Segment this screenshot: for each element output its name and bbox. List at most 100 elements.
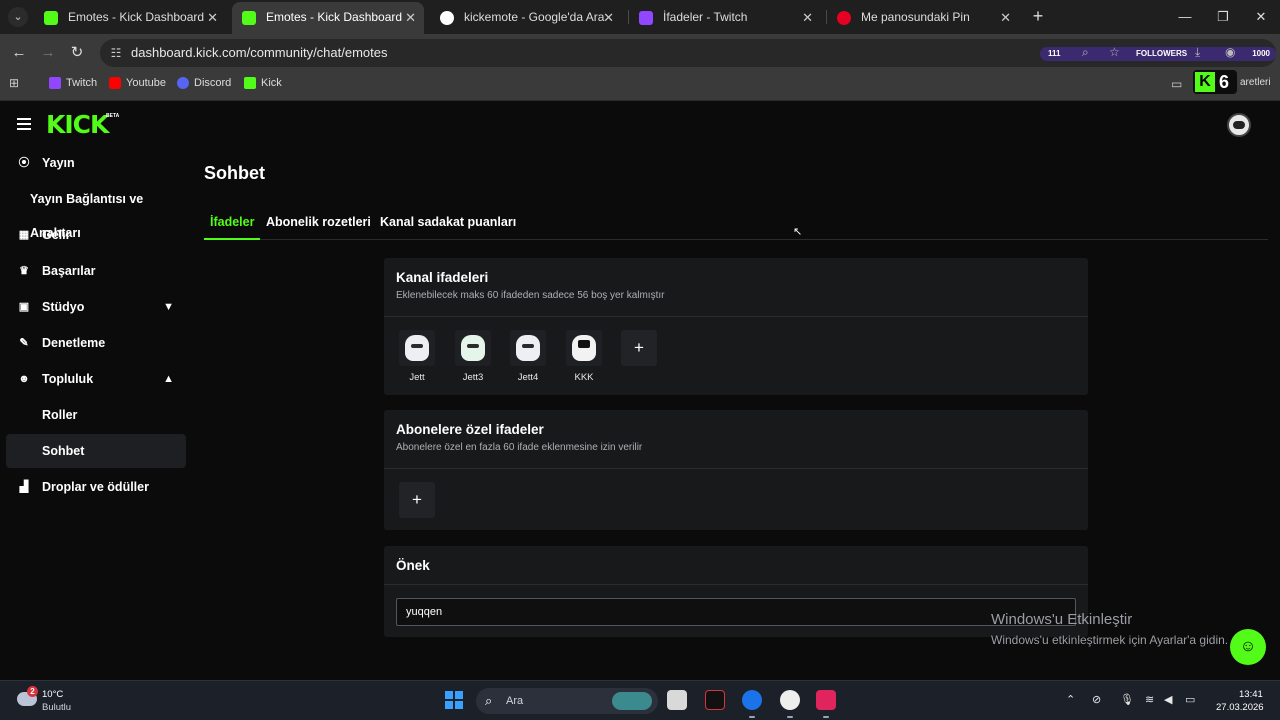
prefix-card: Önek xyxy=(384,546,1088,637)
back-button[interactable]: ← xyxy=(9,43,29,63)
emote-item[interactable]: Jett4 xyxy=(510,330,546,383)
tab-title: Emotes - Kick Dashboard xyxy=(68,10,205,24)
profile-icon[interactable]: ◉ xyxy=(1225,45,1235,59)
chevron-down-icon: ▼ xyxy=(163,301,174,313)
emote-name: Jett xyxy=(409,372,425,383)
bookmark-discord[interactable]: Discord xyxy=(177,72,231,94)
close-icon[interactable]: ✕ xyxy=(603,2,614,33)
sidebar-item-denetleme[interactable]: ✎ Denetleme xyxy=(6,326,186,360)
new-tab-button[interactable]: + xyxy=(1028,6,1048,26)
restore-button[interactable]: ❐ xyxy=(1204,0,1242,34)
sidebar-item-gelir[interactable]: ▦ Gelir xyxy=(6,218,186,252)
browser-tab-5[interactable]: Me panosundaki Pin ✕ xyxy=(827,2,1019,34)
tab-title: Me panosundaki Pin xyxy=(861,10,970,24)
close-icon[interactable]: ✕ xyxy=(207,2,218,33)
user-avatar[interactable] xyxy=(1227,113,1251,137)
active-app-indicator xyxy=(749,716,755,718)
tab-abonelik-rozetleri[interactable]: Abonelik rozetleri xyxy=(266,215,371,229)
kick-icon: K xyxy=(1195,72,1215,92)
weather-temperature[interactable]: 10°C xyxy=(42,689,63,700)
sidebar-item-roller[interactable]: Roller xyxy=(6,398,186,432)
obs-icon[interactable] xyxy=(780,690,800,710)
valorant-launcher-icon[interactable] xyxy=(816,690,836,710)
divider xyxy=(384,584,1088,585)
chevron-up-icon[interactable]: ⌃ xyxy=(1066,693,1075,706)
browser-tab-2[interactable]: Emotes - Kick Dashboard ✕ xyxy=(232,2,424,34)
kick-badge-number: 6 xyxy=(1219,72,1230,92)
sidebar-item-droplar[interactable]: ▟ Droplar ve ödüller xyxy=(6,470,186,504)
bookmark-kick[interactable]: Kick xyxy=(244,72,282,94)
bookmark-star-icon[interactable]: ☆ xyxy=(1109,45,1120,59)
search-placeholder: Ara xyxy=(506,695,524,707)
card-subtitle: Abonelere özel en fazla 60 ifade eklenme… xyxy=(396,442,643,453)
clock-time[interactable]: 13:41 xyxy=(1239,689,1263,700)
volume-icon[interactable]: ◀ xyxy=(1164,693,1172,706)
apps-grid-icon[interactable]: ⊞ xyxy=(9,77,21,89)
overlay-left-count: 111 xyxy=(1048,49,1061,58)
bookmarks-bar: ⊞ Twitch Youtube Discord Kick xyxy=(0,72,1280,101)
kick-icon xyxy=(44,11,58,25)
tab-ifadeler[interactable]: İfadeler xyxy=(210,215,254,229)
bookmark-twitch[interactable]: Twitch xyxy=(49,72,97,94)
folder-icon[interactable]: ▭ xyxy=(1171,77,1182,91)
valorant-icon[interactable] xyxy=(705,690,725,710)
windows-start-button[interactable] xyxy=(445,691,463,709)
emote-item[interactable]: Jett xyxy=(399,330,435,383)
prefix-input[interactable] xyxy=(396,598,1076,626)
close-icon[interactable]: ✕ xyxy=(1000,2,1011,33)
download-icon[interactable]: ⤓ xyxy=(1195,45,1200,60)
sidebar-item-yayin[interactable]: ⦿ Yayın xyxy=(6,146,186,180)
taskbar-search[interactable]: ⌕ Ara xyxy=(476,688,658,714)
running-app-indicator xyxy=(787,716,793,718)
emote-name: KKK xyxy=(574,372,594,383)
weather-condition[interactable]: Bulutlu xyxy=(42,702,71,713)
close-icon[interactable]: ✕ xyxy=(405,2,416,33)
battery-icon[interactable]: ▭ xyxy=(1185,693,1195,706)
window-close-button[interactable]: ✕ xyxy=(1242,0,1280,34)
add-emote-button[interactable]: + xyxy=(621,330,657,366)
address-bar[interactable]: ☷ dashboard.kick.com/community/chat/emot… xyxy=(100,39,1276,67)
all-bookmarks-link[interactable]: aretleri xyxy=(1240,77,1271,88)
bookmark-youtube[interactable]: Youtube xyxy=(109,72,166,94)
sidebar-item-sohbet[interactable]: Sohbet xyxy=(6,434,186,468)
channel-emotes-card: Kanal ifadeleri Eklenebilecek maks 60 if… xyxy=(384,258,1088,395)
browser-tab-4[interactable]: İfadeler - Twitch ✕ xyxy=(629,2,821,34)
wifi-icon[interactable]: ≋ xyxy=(1145,693,1154,706)
kick-icon xyxy=(242,11,256,25)
file-explorer-icon[interactable] xyxy=(667,690,687,710)
tab-search-button[interactable]: ⌄ xyxy=(8,7,28,27)
sidebar-item-label: Stüdyo xyxy=(42,300,85,314)
tab-title: İfadeler - Twitch xyxy=(663,10,748,24)
tab-kanal-sadakat-puanlari[interactable]: Kanal sadakat puanları xyxy=(380,215,516,229)
emote-item[interactable]: KKK xyxy=(566,330,602,383)
reload-button[interactable]: ↻ xyxy=(67,43,87,63)
url-text[interactable]: dashboard.kick.com/community/chat/emotes xyxy=(131,39,388,67)
twitch-icon xyxy=(639,11,653,25)
studio-icon: ▣ xyxy=(18,301,30,313)
emote-image xyxy=(566,330,602,366)
microphone-icon[interactable]: 🎙︎ xyxy=(1120,693,1134,706)
menu-icon[interactable] xyxy=(17,118,31,130)
support-chat-button[interactable]: ☺ xyxy=(1230,629,1266,665)
emote-image xyxy=(399,330,435,366)
sidebar-item-stream-key[interactable]: Yayın Bağlantısı ve Anahtarı xyxy=(6,182,186,240)
close-icon[interactable]: ✕ xyxy=(802,2,813,33)
settings-tabs: İfadeler Abonelik rozetleri Kanal sadaka… xyxy=(204,205,1268,240)
site-info-icon[interactable]: ☷ xyxy=(108,45,124,61)
zoom-icon[interactable]: ⌕ xyxy=(1082,45,1089,60)
sidebar-item-topluluk[interactable]: ☻ Topluluk ▲ xyxy=(6,362,186,396)
browser-tab-1[interactable]: Emotes - Kick Dashboard ✕ xyxy=(34,2,226,34)
sidebar-item-studyo[interactable]: ▣ Stüdyo ▼ xyxy=(6,290,186,324)
emote-item[interactable]: Jett3 xyxy=(455,330,491,383)
minimize-button[interactable]: — xyxy=(1166,0,1204,34)
chrome-icon[interactable] xyxy=(742,690,762,710)
clock-date[interactable]: 27.03.2026 xyxy=(1216,702,1264,713)
network-off-icon[interactable]: ⊘ xyxy=(1092,693,1101,706)
sidebar-item-label: Sohbet xyxy=(42,444,85,458)
kick-logo[interactable]: KICK xyxy=(46,110,109,139)
sidebar-item-basarilar[interactable]: ♛ Başarılar xyxy=(6,254,186,288)
browser-tab-3[interactable]: kickemote - Google'da Ara ✕ xyxy=(430,2,622,34)
forward-button[interactable]: → xyxy=(38,43,58,63)
sidebar-item-label: Başarılar xyxy=(42,264,96,278)
add-subscriber-emote-button[interactable]: + xyxy=(399,482,435,518)
